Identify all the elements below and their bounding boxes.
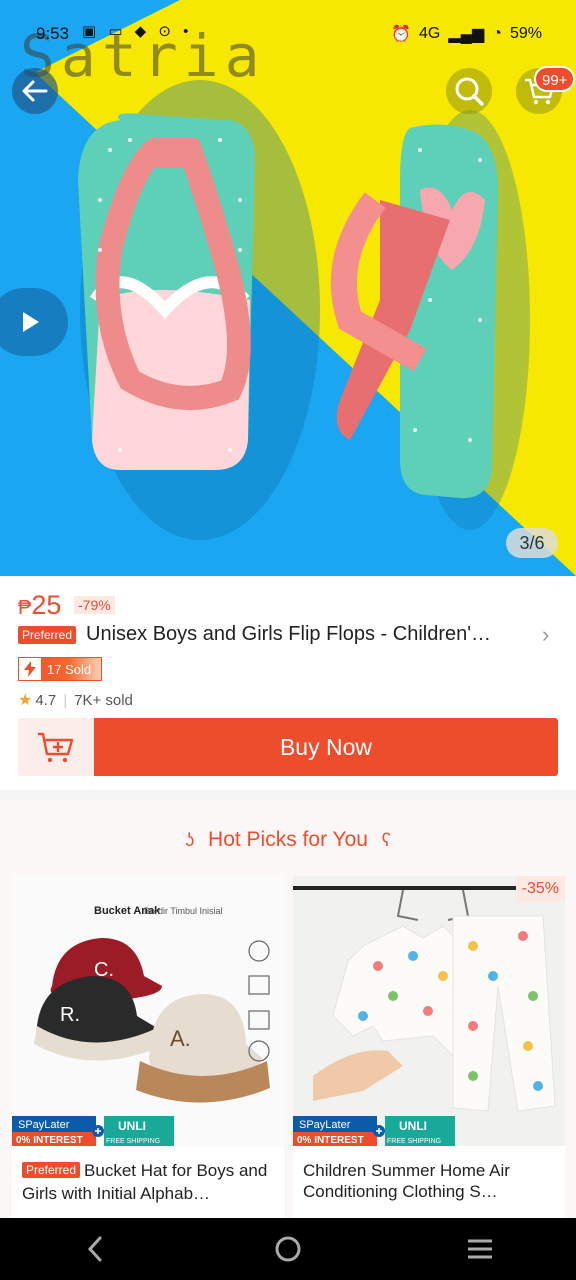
product-card[interactable]: -35% SPayLater 0% INTEREST UNLI FREE SHI…: [293, 876, 565, 1220]
status-time: 9:53: [36, 24, 70, 43]
star-icon: ★: [18, 692, 33, 709]
discount-badge: -79%: [74, 596, 115, 614]
alarm-icon: ⏰: [391, 26, 411, 43]
add-to-cart-icon: [38, 732, 74, 763]
rating-row[interactable]: ★ 4.7 | 7K+ sold: [18, 690, 133, 710]
search-icon: [455, 77, 484, 106]
interest-label: 0% INTEREST: [16, 1135, 83, 1146]
network-label: 4G: [419, 25, 441, 42]
battery-icon: ◔: [492, 25, 502, 42]
rating-value: 4.7: [35, 691, 57, 709]
chevron-left-icon: [87, 1236, 102, 1262]
back-button[interactable]: [12, 68, 58, 114]
product-card-title: Preferred Bucket Hat for Boys and Girls w…: [22, 1160, 276, 1204]
swirl-left-icon: ʖ: [185, 830, 195, 850]
chevron-right-icon[interactable]: ›: [542, 622, 549, 648]
hot-picks-heading: ʖ Hot Picks for You ʕ: [0, 828, 576, 852]
price-value: 25: [31, 590, 62, 620]
play-video-button[interactable]: [0, 288, 68, 356]
sold-badge: 17 Sold: [18, 657, 102, 681]
status-bar: 9:53 ▣ ▭ ◆ ⊙ • ⏰ 4G ▂▄▆ ◔ 59%: [0, 18, 576, 50]
currency-symbol: ₱: [18, 597, 32, 619]
search-button[interactable]: [446, 68, 492, 114]
product-card-title: Children Summer Home Air Conditioning Cl…: [303, 1161, 510, 1201]
product-info: ₱25 -79% Preferred Unisex Boys and Girls…: [0, 576, 576, 790]
product-image-gallery[interactable]: Satria 9:53 ▣ ▭ ◆ ⊙ • ⏰ 4G ▂▄▆ ◔ 59% 99+…: [0, 0, 576, 576]
nav-back-button[interactable]: [66, 1229, 126, 1269]
preferred-badge: Preferred: [18, 626, 77, 644]
cart-count-badge: 99+: [534, 66, 576, 92]
play-icon: [23, 312, 39, 332]
svg-text:R.: R.: [60, 1004, 80, 1026]
signal-icon: ▂▄▆: [448, 26, 485, 43]
product-title[interactable]: Unisex Boys and Girls Flip Flops - Child…: [86, 623, 536, 646]
status-right: ⏰ 4G ▂▄▆ ◔ 59%: [391, 24, 542, 44]
interest-label: 0% INTEREST: [297, 1135, 364, 1146]
product-card[interactable]: Bucket Anak Bordir Timbul Inisial C. R. …: [12, 876, 284, 1220]
nav-home-button[interactable]: [258, 1229, 318, 1269]
spaylater-banner: SPayLater 0% INTEREST UNLI FREE SHIPPING: [293, 1116, 463, 1146]
menu-lines-icon: [468, 1239, 492, 1259]
unli-label: UNLI: [399, 1119, 427, 1133]
battery-level: 59%: [509, 25, 542, 42]
nav-recents-button[interactable]: [450, 1229, 510, 1269]
sold-count: 7K+ sold: [74, 691, 133, 709]
free-shipping-label: FREE SHIPPING: [387, 1138, 441, 1145]
preferred-badge: Preferred: [22, 1162, 81, 1178]
system-navigation-bar: [0, 1218, 576, 1280]
arrow-left-icon: [22, 80, 48, 102]
buy-now-button[interactable]: Buy Now: [94, 718, 558, 776]
notification-icons: ▣ ▭ ◆ ⊙ •: [82, 23, 193, 40]
free-shipping-label: FREE SHIPPING: [106, 1138, 160, 1145]
lightning-icon: [19, 658, 41, 680]
spaylater-label: SPayLater: [18, 1119, 70, 1131]
discount-badge: -35%: [515, 876, 565, 902]
svg-text:A.: A.: [170, 1026, 191, 1051]
product-page: Satria 9:53 ▣ ▭ ◆ ⊙ • ⏰ 4G ▂▄▆ ◔ 59% 99+…: [0, 0, 576, 1280]
unli-label: UNLI: [118, 1119, 146, 1133]
swirl-right-icon: ʕ: [381, 830, 391, 850]
divider: |: [63, 691, 68, 709]
home-circle-icon: [275, 1236, 301, 1262]
product-price: ₱25: [18, 590, 61, 621]
hot-picks-title: Hot Picks for You: [208, 828, 368, 851]
image-page-indicator: 3/6: [506, 528, 558, 558]
image-sub-text: Bordir Timbul Inisial: [144, 906, 223, 916]
sold-badge-label: 17 Sold: [47, 661, 92, 677]
hot-picks-section: ʖ Hot Picks for You ʕ Bucket Anak Bordir…: [0, 800, 576, 1220]
spaylater-label: SPayLater: [299, 1119, 351, 1131]
pajama-set-image: [293, 876, 565, 1146]
add-to-cart-button[interactable]: [18, 718, 94, 776]
spaylater-banner: SPayLater 0% INTEREST UNLI FREE SHIPPING: [12, 1116, 182, 1146]
bucket-hat-image: Bucket Anak Bordir Timbul Inisial C. R. …: [12, 876, 284, 1146]
